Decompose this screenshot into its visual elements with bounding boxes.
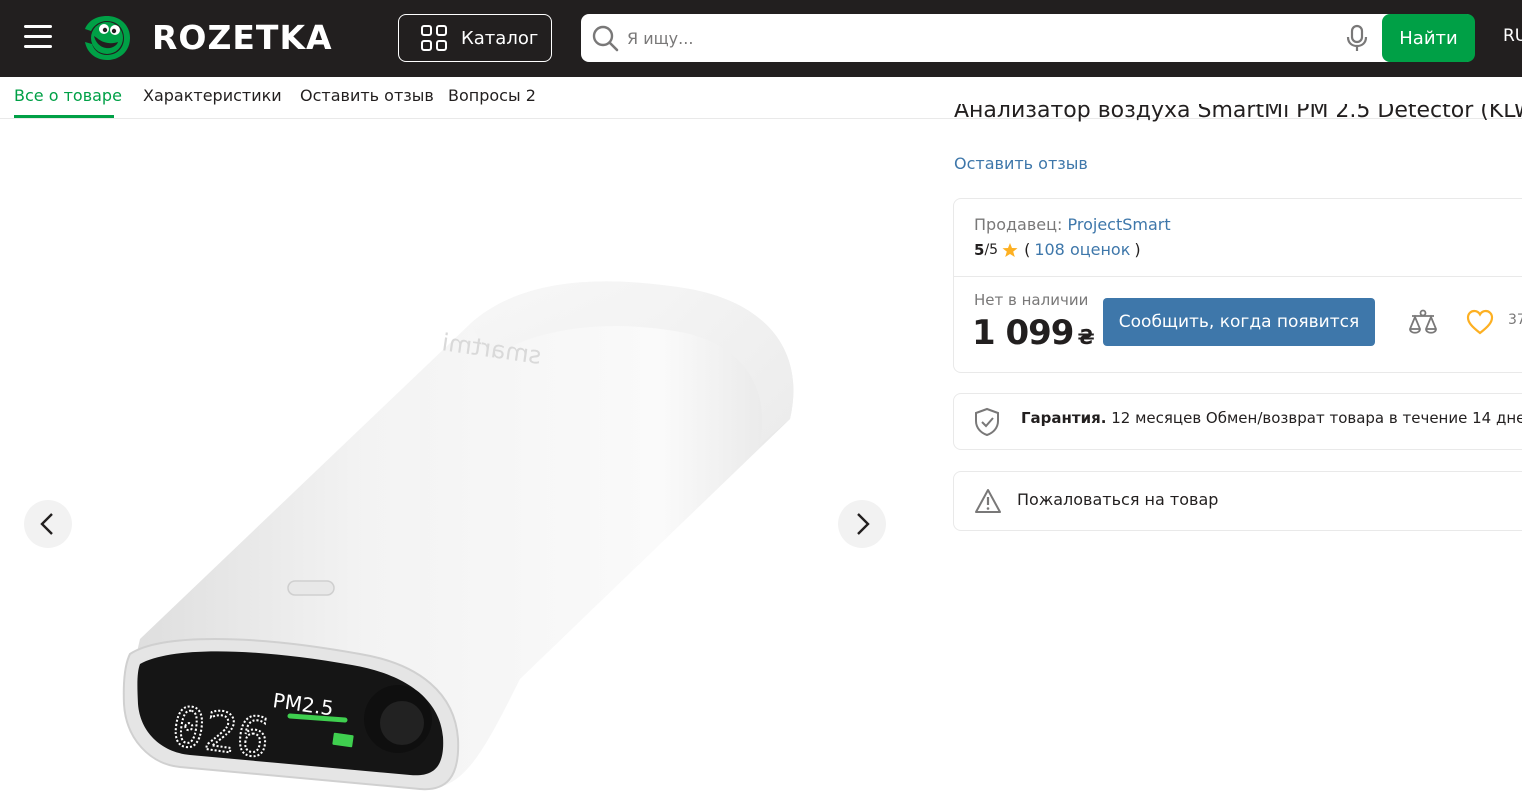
star-icon	[1002, 242, 1018, 257]
warning-icon	[975, 489, 1001, 513]
product-image[interactable]: smartmi 026 PM2.5	[0, 119, 910, 807]
currency-symbol: ₴	[1077, 325, 1094, 349]
seller-info: Продавец: ProjectSmart	[974, 215, 1171, 234]
header: ROZETKA Каталог Найти RU	[0, 0, 1522, 77]
menu-icon[interactable]	[24, 25, 52, 49]
warranty-label: Гарантия.	[1021, 409, 1107, 427]
warranty-details: 12 месяцев Обмен/возврат товара в течени…	[1111, 409, 1522, 427]
warranty-text: Гарантия. 12 месяцев Обмен/возврат товар…	[1021, 409, 1522, 427]
price-value: 1 099	[972, 313, 1074, 353]
seller-name-link[interactable]: ProjectSmart	[1068, 215, 1171, 234]
microphone-icon[interactable]	[1345, 24, 1369, 52]
catalog-button[interactable]: Каталог	[398, 14, 552, 62]
tab-questions[interactable]: Вопросы 2	[448, 86, 536, 105]
search-input[interactable]	[627, 20, 1327, 56]
search-button[interactable]: Найти	[1382, 14, 1475, 62]
seller-rating: 5/5 ( 108 оценок )	[974, 240, 1141, 259]
seller-card: Продавец: ProjectSmart 5/5 ( 108 оценок …	[953, 198, 1522, 373]
search-bar: Найти	[581, 14, 1475, 62]
seller-label: Продавец:	[974, 215, 1063, 234]
grid-icon	[421, 25, 447, 51]
gallery-next-button[interactable]	[838, 500, 886, 548]
active-tab-indicator	[14, 115, 114, 118]
language-switch[interactable]: RU	[1503, 26, 1522, 46]
compare-scales-icon[interactable]	[1408, 309, 1438, 337]
shield-check-icon	[975, 407, 999, 437]
gallery-prev-button[interactable]	[24, 500, 72, 548]
tab-all-about-product[interactable]: Все о товаре	[14, 86, 122, 105]
product-title: Анализатор воздуха SmartMi PM 2.5 Detect…	[954, 104, 1522, 123]
paren-open: (	[1024, 240, 1031, 259]
notify-when-available-button[interactable]: Сообщить, когда появится	[1103, 298, 1375, 346]
chevron-left-icon	[40, 513, 53, 535]
search-icon	[592, 25, 619, 52]
complaint-link[interactable]: Пожаловаться на товар	[1017, 490, 1218, 509]
paren-close: )	[1134, 240, 1141, 259]
tab-leave-review[interactable]: Оставить отзыв	[300, 86, 434, 105]
warranty-card: Гарантия. 12 месяцев Обмен/возврат товар…	[953, 393, 1522, 450]
display-digits: 026	[168, 694, 273, 770]
divider	[954, 276, 1522, 277]
stock-status: Нет в наличии	[974, 291, 1089, 309]
product-gallery: smartmi 026 PM2.5	[0, 119, 910, 807]
catalog-label: Каталог	[461, 27, 539, 49]
logo-text[interactable]: ROZETKA	[152, 18, 333, 58]
chevron-right-icon	[857, 513, 870, 535]
price: 1 099 ₴	[972, 313, 1095, 353]
rozetka-logo-icon[interactable]	[82, 14, 132, 62]
complaint-card[interactable]: Пожаловаться на товар	[953, 471, 1522, 531]
leave-review-link[interactable]: Оставить отзыв	[954, 154, 1088, 173]
rating-max: /5	[984, 241, 999, 258]
seller-reviews-link[interactable]: 108 оценок	[1034, 240, 1130, 259]
favorites-count: 37	[1508, 312, 1522, 328]
tab-characteristics[interactable]: Характеристики	[143, 86, 282, 105]
heart-icon[interactable]	[1466, 309, 1494, 335]
rating-value: 5	[974, 240, 985, 259]
